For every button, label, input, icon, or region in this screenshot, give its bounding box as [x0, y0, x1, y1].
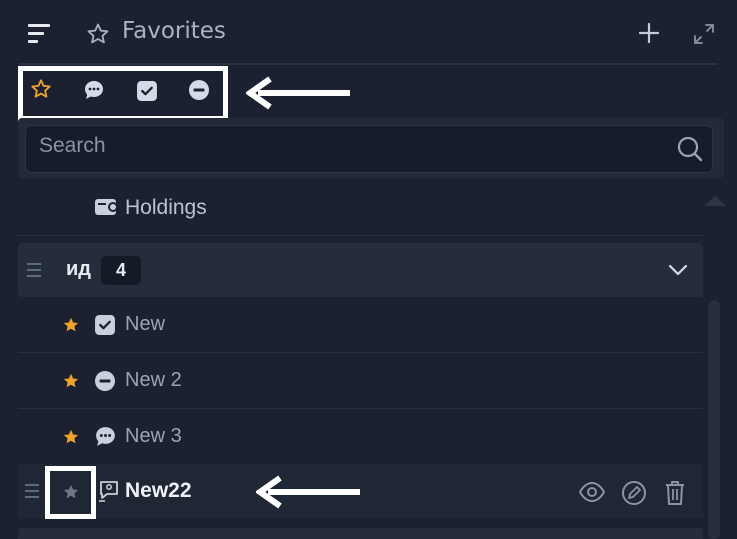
star-filled-icon[interactable] — [62, 428, 80, 446]
wallet-icon — [95, 199, 118, 215]
list-item-new-2[interactable]: New 2 — [125, 369, 182, 392]
page-title: Favorites — [122, 18, 226, 44]
chat-bubble-icon — [96, 427, 115, 446]
next-group-header[interactable] — [18, 528, 703, 539]
expand-icon[interactable] — [692, 22, 716, 46]
minus-circle-icon — [95, 371, 115, 391]
edit-icon[interactable] — [621, 480, 647, 506]
list-item-new-3[interactable]: New 3 — [125, 425, 182, 448]
chat-person-icon — [99, 481, 118, 502]
annotation-arrow — [246, 76, 350, 110]
chat-bubble-icon[interactable] — [83, 79, 105, 101]
search-icon[interactable] — [676, 135, 704, 163]
checkbox-icon[interactable] — [136, 80, 158, 102]
trash-icon[interactable] — [664, 480, 686, 506]
chevron-down-icon[interactable] — [668, 263, 688, 277]
divider — [18, 352, 703, 353]
star-filled-icon[interactable] — [62, 372, 80, 390]
search-placeholder: Search — [39, 134, 106, 157]
drag-handle-icon[interactable] — [27, 263, 41, 277]
group-count-badge: 4 — [101, 256, 141, 285]
checkbox-icon — [95, 315, 115, 335]
list-item-holdings[interactable]: Holdings — [125, 196, 207, 220]
plus-icon[interactable] — [638, 22, 660, 44]
menu-icon[interactable] — [28, 24, 50, 44]
eye-icon[interactable] — [578, 480, 606, 504]
search-input[interactable] — [25, 125, 713, 173]
star-filled-icon[interactable] — [62, 316, 80, 334]
minus-circle-icon[interactable] — [188, 79, 210, 101]
divider — [18, 235, 703, 236]
drag-handle-icon[interactable] — [25, 484, 39, 498]
group-name: ид — [66, 258, 91, 280]
divider — [18, 408, 703, 409]
annotation-arrow — [256, 475, 360, 509]
star-outline-icon — [87, 23, 109, 44]
star-outline-icon[interactable] — [30, 78, 52, 100]
scrollbar-thumb[interactable] — [708, 300, 720, 539]
list-item-new22[interactable]: New22 — [125, 479, 192, 503]
header-divider — [18, 63, 718, 65]
star-filled-icon[interactable] — [62, 483, 80, 501]
header — [0, 0, 737, 64]
list-item-new[interactable]: New — [125, 313, 165, 336]
scroll-up-arrow[interactable] — [704, 196, 726, 206]
